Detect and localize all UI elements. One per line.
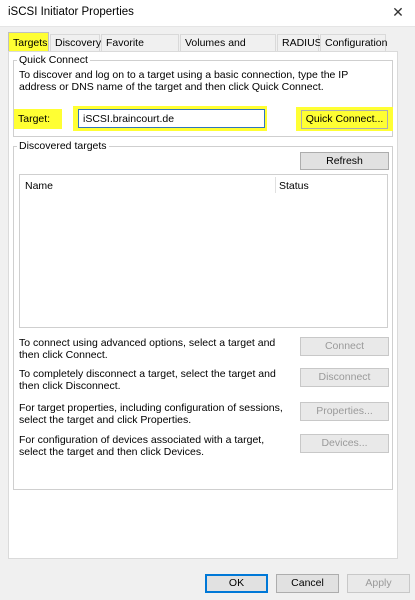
discovered-targets-legend: Discovered targets	[17, 140, 109, 152]
target-input[interactable]: iSCSI.braincourt.de	[78, 109, 265, 128]
close-icon: ✕	[392, 3, 404, 20]
tab-targets[interactable]: Targets	[8, 32, 49, 52]
properties-button[interactable]: Properties...	[300, 402, 389, 421]
title-bar: iSCSI Initiator Properties ✕	[0, 0, 415, 27]
column-separator[interactable]	[275, 177, 276, 193]
quick-connect-legend: Quick Connect	[17, 54, 90, 66]
disconnect-description: To completely disconnect a target, selec…	[19, 368, 276, 392]
quick-connect-button[interactable]: Quick Connect...	[301, 110, 388, 129]
connect-button[interactable]: Connect	[300, 337, 389, 356]
tab-volumes-and-devices[interactable]: Volumes and Devices	[180, 34, 276, 66]
ok-button[interactable]: OK	[205, 574, 268, 593]
tab-radius[interactable]: RADIUS	[277, 34, 322, 51]
tab-favorite-targets[interactable]: Favorite Targets	[101, 34, 179, 66]
apply-button[interactable]: Apply	[347, 574, 410, 593]
refresh-button[interactable]: Refresh	[300, 152, 389, 170]
properties-description: For target properties, including configu…	[19, 402, 283, 426]
tab-configuration[interactable]: Configuration	[320, 34, 387, 51]
column-header-name[interactable]: Name	[25, 180, 53, 192]
connect-description: To connect using advanced options, selec…	[19, 337, 276, 361]
devices-button[interactable]: Devices...	[300, 434, 389, 453]
close-button[interactable]: ✕	[385, 2, 411, 22]
cancel-button[interactable]: Cancel	[276, 574, 339, 593]
disconnect-button[interactable]: Disconnect	[300, 368, 389, 387]
devices-description: For configuration of devices associated …	[19, 434, 265, 458]
column-header-status[interactable]: Status	[279, 180, 309, 192]
quick-connect-description: To discover and log on to a target using…	[19, 69, 349, 93]
target-label: Target:	[14, 109, 62, 129]
window-title: iSCSI Initiator Properties	[8, 6, 134, 18]
tab-discovery[interactable]: Discovery	[50, 34, 101, 51]
targets-list[interactable]: Name Status	[19, 174, 388, 328]
